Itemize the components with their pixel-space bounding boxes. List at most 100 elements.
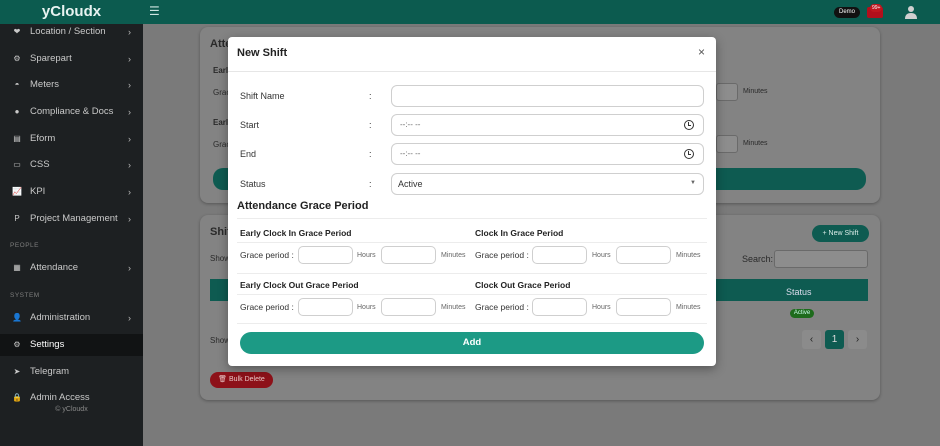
sparepart-icon: ⚙: [13, 54, 21, 63]
sidebar-item-telegram[interactable]: ➤ Telegram: [0, 361, 143, 383]
pagination-prev-button[interactable]: ‹: [802, 330, 821, 349]
sidebar-item-label: Project Management: [30, 213, 118, 224]
sidebar-item-label: Administration: [30, 312, 91, 323]
section-divider: [237, 323, 707, 324]
shift-name-label: Shift Name: [240, 91, 285, 101]
attendance-icon: ▦: [13, 263, 21, 272]
sidebar-footer: © yCloudx: [55, 406, 88, 413]
start-time-input[interactable]: --:-- --: [391, 114, 704, 136]
hours-label: Hours: [357, 252, 376, 259]
sidebar-item-label: KPI: [30, 186, 46, 197]
compliance-icon: ●: [14, 107, 20, 116]
colon: :: [369, 179, 372, 189]
add-button[interactable]: Add: [240, 332, 704, 354]
sidebar-item-sparepart[interactable]: ⚙ Sparepart ›: [0, 48, 143, 70]
bg-input: [716, 135, 738, 153]
card-text: Earl: [213, 66, 229, 75]
sidebar-item-label: CSS: [30, 159, 50, 170]
minutes-label: Minutes: [676, 304, 701, 311]
clock-in-hours-input[interactable]: [532, 246, 587, 264]
notifications-icon[interactable]: 99+: [867, 4, 887, 20]
end-time-placeholder: --:-- --: [400, 149, 421, 158]
early-clock-in-title: Early Clock In Grace Period: [240, 228, 352, 238]
search-input[interactable]: [774, 250, 868, 268]
new-shift-modal: New Shift × Shift Name : Start : --:-- -…: [228, 37, 716, 366]
sidebar-item-attendance[interactable]: ▦ Attendance ›: [0, 257, 143, 279]
minutes-label: Minutes: [441, 304, 466, 311]
hours-label: Hours: [592, 304, 611, 311]
colon: :: [369, 149, 372, 159]
sidebar-item-css[interactable]: ▭ CSS ›: [0, 154, 143, 176]
hours-label: Hours: [592, 252, 611, 259]
sidebar-item-location[interactable]: ❤ Location / Section ›: [0, 21, 143, 43]
sidebar-item-settings[interactable]: ⚙ Settings: [0, 334, 143, 356]
sidebar-section-people: PEOPLE: [10, 242, 40, 249]
demo-badge: Demo: [834, 7, 860, 18]
clock-out-minutes-input[interactable]: [616, 298, 671, 316]
close-icon[interactable]: ×: [698, 45, 705, 59]
sidebar-item-label: Eform: [30, 133, 56, 144]
sidebar-item-meters[interactable]: ◓ Meters ›: [0, 74, 143, 96]
hamburger-menu-icon[interactable]: ☰: [149, 5, 161, 17]
early-clock-out-minutes-input[interactable]: [381, 298, 436, 316]
sidebar-item-project-management[interactable]: P Project Management ›: [0, 208, 143, 230]
caret-down-icon: ▼: [690, 180, 696, 186]
clock-out-hours-input[interactable]: [532, 298, 587, 316]
chevron-right-icon: ›: [128, 80, 131, 90]
minutes-label: Minutes: [441, 252, 466, 259]
early-clock-in-hours-input[interactable]: [298, 246, 353, 264]
pagination-next-button[interactable]: ›: [848, 330, 867, 349]
clock-in-minutes-input[interactable]: [616, 246, 671, 264]
chevron-right-icon: ›: [128, 313, 131, 323]
search-label: Search:: [742, 254, 774, 264]
grace-period-label: Grace period :: [475, 250, 529, 260]
monitor-icon: ▭: [13, 160, 21, 169]
column-header-status[interactable]: Status: [786, 287, 812, 297]
grace-period-label: Grace period :: [240, 250, 294, 260]
administration-icon: 👤: [12, 313, 22, 322]
trash-icon: 🗑: [218, 376, 230, 383]
status-label: Status: [240, 179, 266, 189]
grace-period-section-title: Attendance Grace Period: [237, 200, 369, 212]
modal-title: New Shift: [237, 47, 288, 59]
end-time-input[interactable]: --:-- --: [391, 143, 704, 165]
clock-icon[interactable]: [684, 120, 694, 130]
sidebar-item-eform[interactable]: ▤ Eform ›: [0, 128, 143, 150]
sidebar: ❤ Location / Section › ⚙ Sparepart › ◓ M…: [0, 24, 143, 446]
chevron-right-icon: ›: [128, 107, 131, 117]
user-icon[interactable]: [905, 5, 917, 19]
chevron-right-icon: ›: [128, 27, 131, 37]
modal-divider: [228, 71, 716, 72]
grace-period-label: Grace period :: [475, 302, 529, 312]
bulk-delete-button[interactable]: 🗑 Bulk Delete: [210, 372, 273, 388]
section-divider: [237, 294, 707, 295]
chevron-right-icon: ›: [128, 263, 131, 273]
early-clock-in-minutes-input[interactable]: [381, 246, 436, 264]
sidebar-item-label: Location / Section: [30, 26, 106, 37]
clock-icon[interactable]: [684, 149, 694, 159]
new-shift-button[interactable]: + New Shift: [812, 225, 869, 242]
sidebar-item-administration[interactable]: 👤 Administration ›: [0, 307, 143, 329]
eform-icon: ▤: [13, 134, 21, 143]
sidebar-item-label: Attendance: [30, 262, 79, 273]
sidebar-item-compliance[interactable]: ● Compliance & Docs ›: [0, 101, 143, 123]
bg-minutes: Minutes: [743, 88, 768, 95]
pagination-page-button[interactable]: 1: [825, 330, 844, 349]
sidebar-item-kpi[interactable]: 📈 KPI ›: [0, 181, 143, 203]
early-clock-out-title: Early Clock Out Grace Period: [240, 280, 359, 290]
sidebar-item-label: Compliance & Docs: [30, 106, 114, 117]
start-label: Start: [240, 120, 260, 130]
sidebar-item-label: Sparepart: [30, 53, 72, 64]
status-badge: Active: [790, 309, 814, 318]
shift-name-input[interactable]: [391, 85, 704, 107]
chevron-right-icon: ›: [128, 214, 131, 224]
colon: :: [369, 120, 372, 130]
gear-icon: ⚙: [13, 340, 21, 349]
status-select[interactable]: Active ▼: [391, 173, 704, 195]
early-clock-out-hours-input[interactable]: [298, 298, 353, 316]
grace-period-label: Grace period :: [240, 302, 294, 312]
minutes-label: Minutes: [676, 252, 701, 259]
showing-entries-label: Show: [210, 336, 231, 345]
sidebar-item-label: Meters: [30, 79, 60, 90]
clock-out-title: Clock Out Grace Period: [475, 280, 571, 290]
